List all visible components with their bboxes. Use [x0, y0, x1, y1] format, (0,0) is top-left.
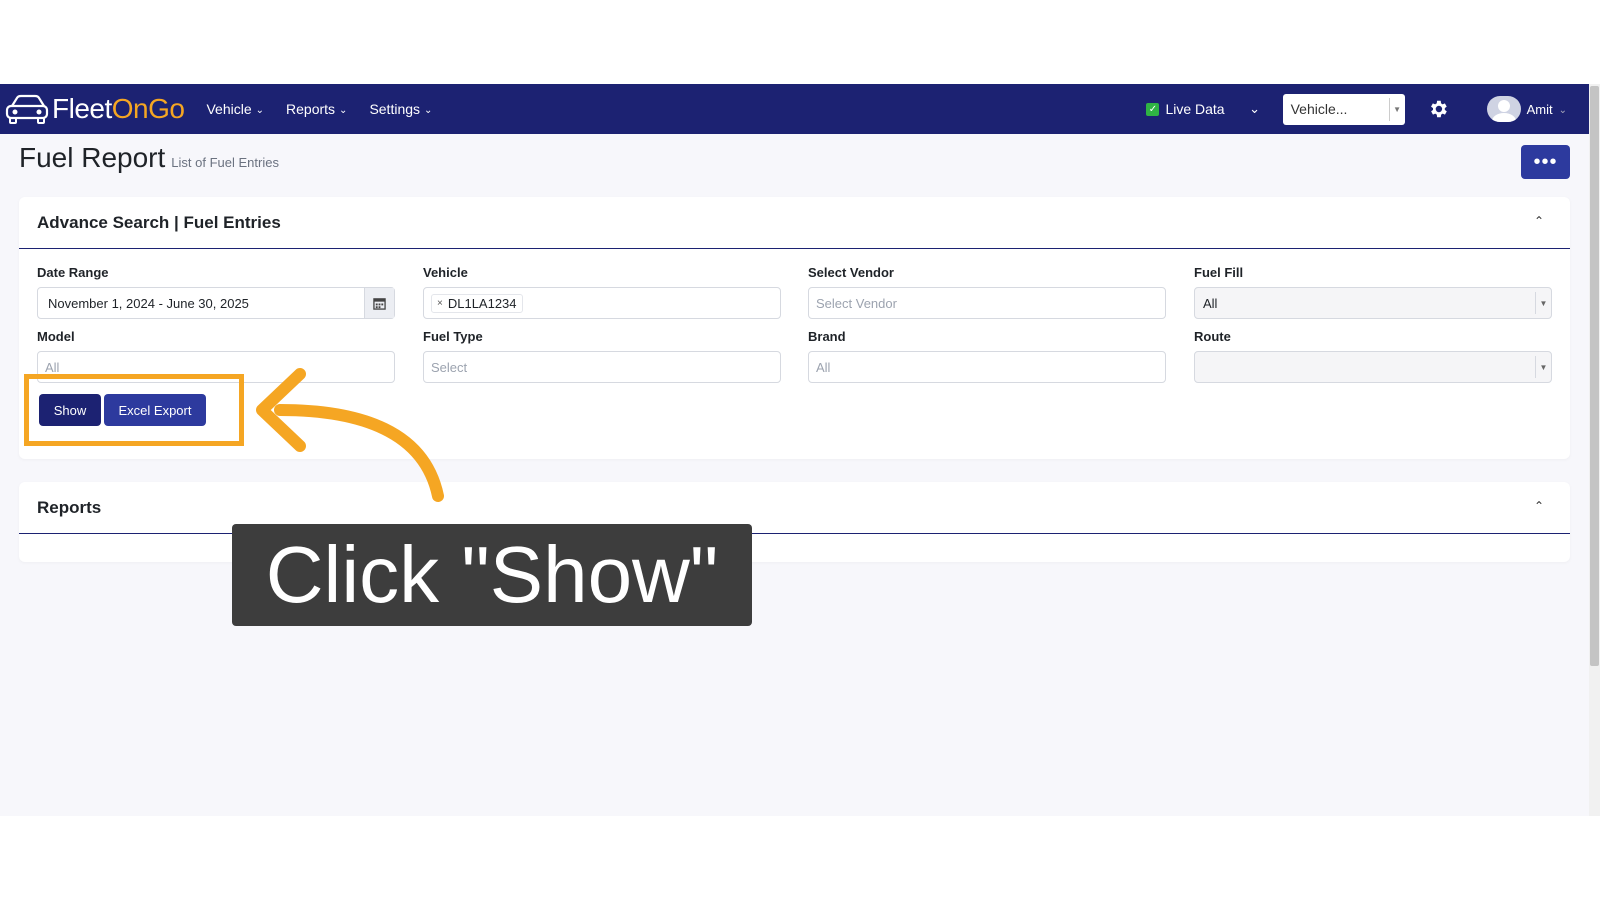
advance-search-header[interactable]: Advance Search | Fuel Entries ⌃ — [19, 197, 1570, 249]
dropdown-arrow-icon: ▼ — [1388, 97, 1405, 121]
vendor-label: Select Vendor — [808, 265, 894, 280]
top-navbar: FleetOnGo Vehicle ⌄ Reports ⌄ Settings ⌄… — [0, 84, 1589, 134]
chevron-up-icon[interactable]: ⌃ — [1534, 499, 1544, 513]
live-data-toggle[interactable]: ✓ Live Data — [1146, 101, 1225, 117]
page-scrollbar[interactable] — [1589, 84, 1600, 816]
main-menu: Vehicle ⌄ Reports ⌄ Settings ⌄ — [206, 101, 432, 117]
remove-tag-icon[interactable]: × — [437, 298, 443, 309]
brand-select[interactable]: All — [808, 351, 1166, 383]
dropdown-arrow-icon: ▼ — [1535, 356, 1551, 378]
chevron-down-icon: ⌄ — [424, 104, 433, 116]
navbar-right: ✓ Live Data ⌄ Vehicle... ▼ Amit ⌄ — [1146, 84, 1589, 134]
fuel-type-label: Fuel Type — [423, 329, 483, 344]
car-logo-icon — [5, 94, 49, 124]
vehicle-quick-select[interactable]: Vehicle... ▼ — [1282, 93, 1405, 125]
chevron-down-icon: ⌄ — [339, 104, 348, 116]
more-options-icon: ••• — [1533, 151, 1558, 173]
app-screen: FleetOnGo Vehicle ⌄ Reports ⌄ Settings ⌄… — [0, 84, 1600, 816]
model-placeholder: All — [45, 359, 60, 375]
date-range-input[interactable]: November 1, 2024 - June 30, 2025 — [37, 287, 395, 319]
date-range-value: November 1, 2024 - June 30, 2025 — [48, 295, 249, 311]
chevron-down-icon: ⌄ — [1558, 104, 1567, 116]
highlight-box — [24, 374, 244, 446]
route-label: Route — [1194, 329, 1231, 344]
user-menu[interactable]: Amit ⌄ — [1486, 96, 1567, 122]
reports-title: Reports — [37, 497, 102, 517]
menu-vehicle[interactable]: Vehicle ⌄ — [206, 101, 264, 117]
page-header: Fuel Report List of Fuel Entries — [19, 142, 279, 174]
vehicle-label: Vehicle — [423, 265, 468, 280]
logo-go: Go — [148, 93, 185, 124]
menu-reports-label: Reports — [286, 101, 336, 117]
gear-icon[interactable] — [1427, 98, 1449, 120]
vehicle-tag: × DL1LA1234 — [431, 293, 523, 313]
curved-arrow-icon — [256, 368, 444, 502]
callout-label: Click "Show" — [232, 524, 752, 626]
chevron-up-icon[interactable]: ⌃ — [1534, 214, 1544, 228]
logo-on: On — [111, 93, 149, 124]
live-data-label: Live Data — [1165, 101, 1225, 117]
fuel-fill-label: Fuel Fill — [1194, 265, 1244, 280]
user-name: Amit — [1526, 101, 1553, 117]
chevron-down-icon[interactable]: ⌄ — [1235, 101, 1275, 117]
scrollbar-thumb[interactable] — [1590, 86, 1599, 666]
menu-settings-label: Settings — [369, 101, 421, 117]
checkbox-checked-icon[interactable]: ✓ — [1146, 102, 1160, 116]
vendor-select[interactable]: Select Vendor — [808, 287, 1166, 319]
more-options-button[interactable]: ••• — [1521, 145, 1570, 179]
app-logo[interactable]: FleetOnGo — [4, 84, 185, 134]
fuel-type-select[interactable]: Select — [423, 351, 781, 383]
date-range-label: Date Range — [37, 265, 109, 280]
dropdown-arrow-icon: ▼ — [1535, 292, 1551, 314]
page-title: Fuel Report — [19, 142, 166, 173]
chevron-down-icon: ⌄ — [255, 104, 265, 116]
route-select[interactable]: ▼ — [1194, 351, 1552, 383]
vehicle-multiselect[interactable]: × DL1LA1234 — [423, 287, 781, 319]
vehicle-tag-label: DL1LA1234 — [447, 295, 517, 311]
menu-settings[interactable]: Settings ⌄ — [369, 101, 432, 117]
calendar-icon[interactable] — [364, 288, 394, 318]
page-subtitle: List of Fuel Entries — [171, 155, 279, 170]
logo-fleet: Fleet — [52, 93, 112, 124]
menu-vehicle-label: Vehicle — [206, 101, 252, 117]
vehicle-select-value: Vehicle... — [1290, 101, 1348, 117]
fuel-fill-value: All — [1203, 295, 1218, 311]
avatar — [1486, 96, 1521, 122]
brand-label: Brand — [808, 329, 846, 344]
brand-placeholder: All — [816, 359, 831, 375]
model-label: Model — [37, 329, 75, 344]
vendor-placeholder: Select Vendor — [816, 295, 897, 311]
advance-search-title: Advance Search | Fuel Entries — [37, 212, 281, 232]
logo-text: FleetOnGo — [52, 93, 185, 125]
menu-reports[interactable]: Reports ⌄ — [286, 101, 347, 117]
fuel-fill-select[interactable]: All ▼ — [1194, 287, 1552, 319]
